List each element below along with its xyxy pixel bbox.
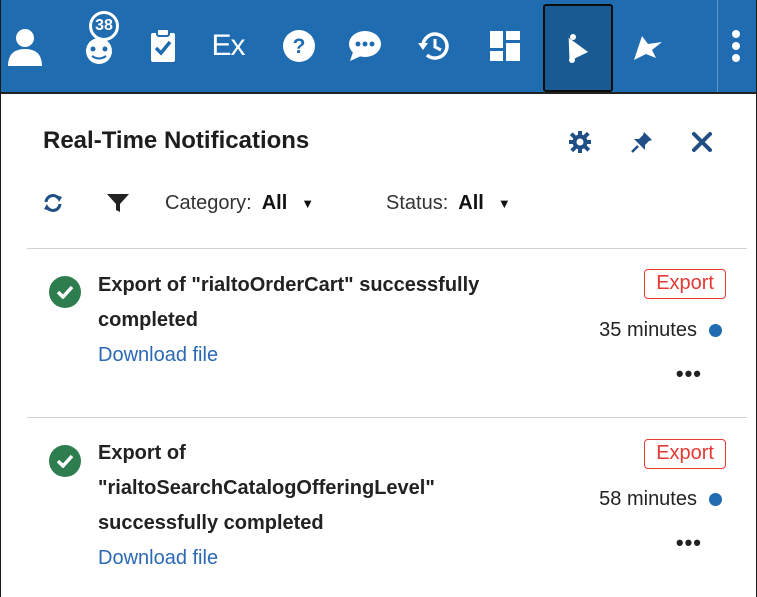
- divider: [27, 248, 747, 249]
- notification-message: Export of "rialtoSearchCatalogOfferingLe…: [98, 436, 498, 576]
- category-filter-value: All: [261, 191, 288, 214]
- chat-icon[interactable]: [345, 0, 385, 92]
- category-filter-dropdown[interactable]: Category: All ▼: [165, 186, 314, 220]
- time-ago-text: 58 minutes: [599, 488, 697, 510]
- more-horizontal-icon[interactable]: •••: [676, 363, 702, 385]
- notification-count-badge: 38: [89, 11, 119, 41]
- chevron-down-icon: ▼: [301, 195, 315, 211]
- success-check-icon: [49, 445, 81, 477]
- notification-time: 35 minutes: [599, 319, 722, 342]
- history-icon[interactable]: [413, 0, 455, 92]
- divider: [27, 417, 747, 418]
- category-tag: Export: [644, 439, 726, 469]
- category-filter-label: Category:: [165, 191, 252, 214]
- notification-panel-frame: 38 Ex ? Real-Time Notifications Category…: [0, 0, 757, 597]
- notification-time: 58 minutes: [599, 488, 722, 511]
- more-vertical-icon[interactable]: [723, 0, 749, 92]
- notification-message: Export of "rialtoOrderCart" successfully…: [98, 268, 538, 373]
- plane-icon[interactable]: [627, 0, 667, 92]
- ex-icon[interactable]: Ex: [205, 0, 251, 92]
- notification-item[interactable]: Export of "rialtoSearchCatalogOfferingLe…: [1, 436, 756, 597]
- more-horizontal-icon[interactable]: •••: [676, 532, 702, 554]
- time-ago-text: 35 minutes: [599, 319, 697, 341]
- status-filter-dropdown[interactable]: Status: All ▼: [386, 186, 511, 220]
- chevron-down-icon: ▼: [497, 195, 511, 211]
- notification-title: Export of "rialtoOrderCart" successfully…: [98, 274, 480, 331]
- dashboard-icon[interactable]: [485, 0, 525, 92]
- panel-title: Real-Time Notifications: [43, 127, 310, 154]
- pin-icon[interactable]: [629, 129, 655, 155]
- status-filter-label: Status:: [386, 191, 449, 214]
- refresh-icon[interactable]: [43, 186, 63, 220]
- unread-dot[interactable]: [709, 324, 722, 337]
- notification-title: Export of "rialtoSearchCatalogOfferingLe…: [98, 442, 435, 534]
- status-filter-value: All: [458, 191, 484, 214]
- download-file-link[interactable]: Download file: [98, 541, 498, 576]
- close-icon[interactable]: [689, 129, 715, 155]
- success-check-icon: [49, 276, 81, 308]
- filter-funnel-icon[interactable]: [107, 186, 129, 220]
- help-icon[interactable]: ?: [279, 0, 319, 92]
- settings-gear-icon[interactable]: [567, 129, 593, 155]
- category-tag: Export: [644, 269, 726, 299]
- svg-text:?: ?: [293, 35, 306, 58]
- bell-icon[interactable]: [543, 4, 613, 92]
- toolbar-separator: [717, 0, 718, 92]
- top-toolbar: 38 Ex ?: [1, 0, 756, 94]
- notification-item[interactable]: Export of "rialtoOrderCart" successfully…: [1, 266, 756, 416]
- filter-bar: Category: All ▼ Status: All ▼: [43, 186, 736, 220]
- clipboard-check-icon[interactable]: [145, 0, 181, 92]
- unread-dot[interactable]: [709, 493, 722, 506]
- download-file-link[interactable]: Download file: [98, 338, 538, 373]
- person-icon[interactable]: [5, 0, 45, 92]
